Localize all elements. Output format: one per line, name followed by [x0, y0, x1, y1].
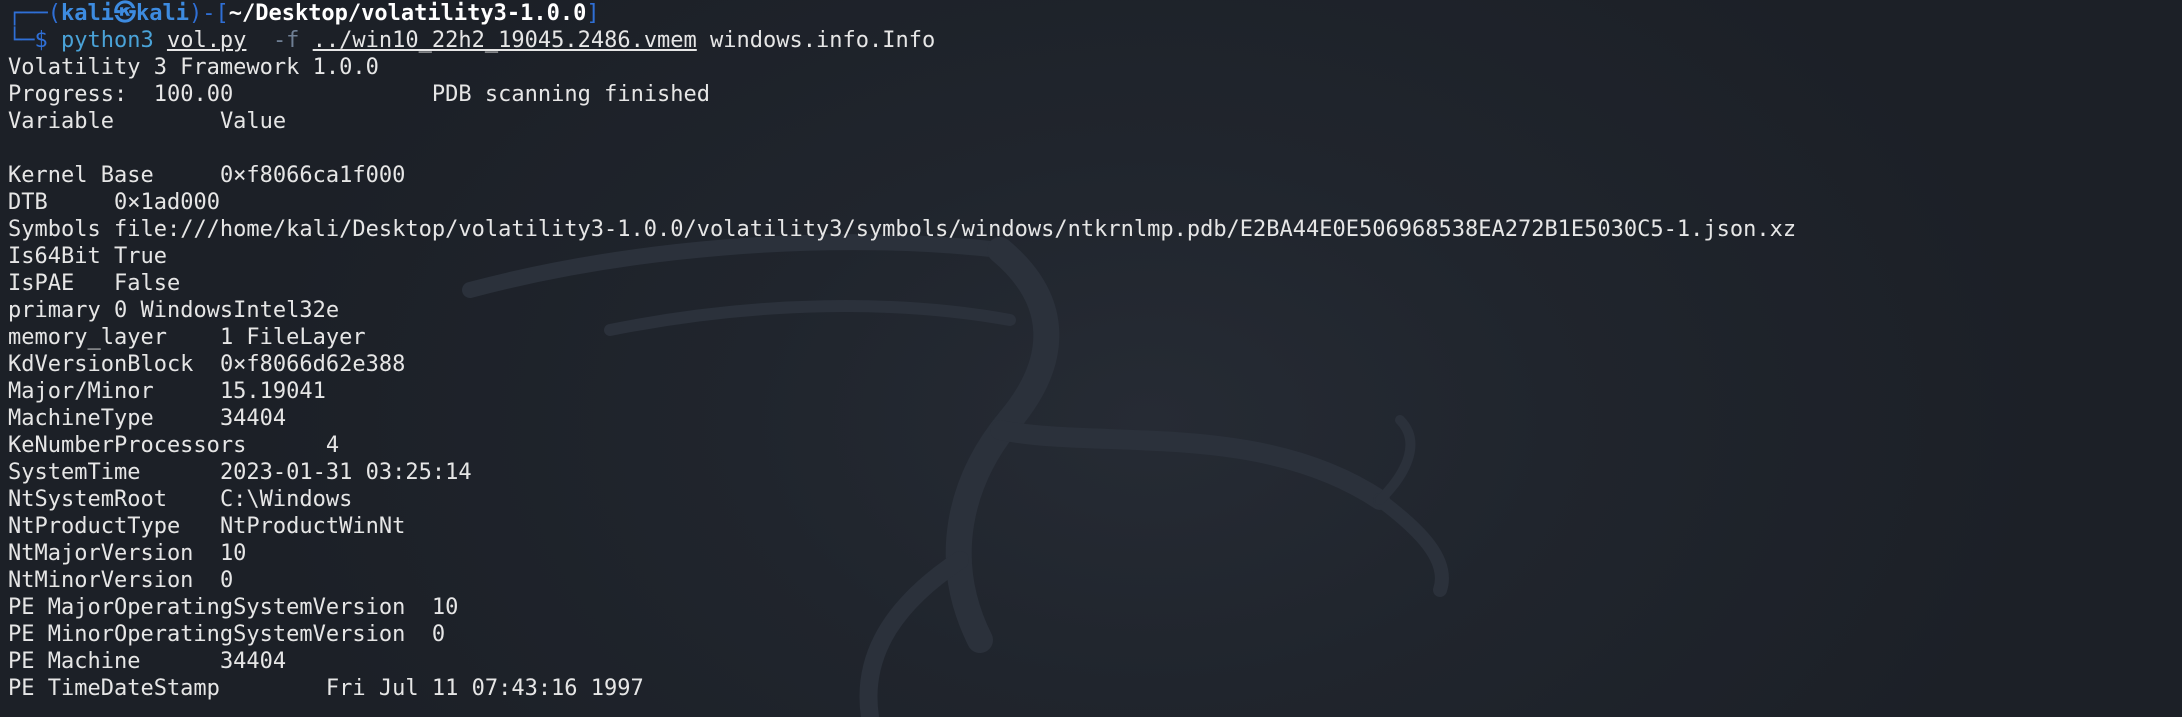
prompt-box-top: ┌──( — [8, 1, 61, 26]
progress-label: Progress: — [8, 82, 128, 107]
row-kenumberprocessors: KeNumberProcessors 4 — [8, 432, 2182, 459]
prompt-cwd: ~/Desktop/volatility3-1.0.0 — [228, 1, 587, 26]
row-value: 15.19041 — [219, 379, 326, 404]
row-key: PE MinorOperatingSystemVersion — [8, 622, 406, 647]
prompt-at-icon: ㉿ — [113, 1, 136, 26]
row-key: MachineType — [8, 406, 154, 431]
terminal-window[interactable]: ┌──(kali㉿kali)-[~/Desktop/volatility3-1.… — [0, 0, 2182, 717]
row-kdversionblock: KdVersionBlock 0×f8066d62e388 — [8, 351, 2182, 378]
row-key: primary — [8, 298, 101, 323]
framework-line: Volatility 3 Framework 1.0.0 — [8, 55, 379, 80]
prompt-host: kali — [135, 1, 189, 26]
row-value: 2023-01-31 03:25:14 — [219, 460, 472, 485]
row-key: memory_layer — [8, 325, 167, 350]
command-script: vol.py — [166, 28, 247, 53]
row-ispae: IsPAE False — [8, 270, 2182, 297]
prompt-box-bottom: └─$ — [8, 28, 61, 53]
row-memory-layer: memory_layer 1 FileLayer — [8, 324, 2182, 351]
row-key: Is64Bit — [8, 244, 101, 269]
row-pe-machine: PE Machine 34404 — [8, 648, 2182, 675]
progress-line: Progress: 100.00 PDB scanning finished — [8, 81, 2182, 108]
row-value: 4 — [325, 433, 340, 458]
row-key: Kernel Base — [8, 163, 154, 188]
row-is64bit: Is64Bit True — [8, 243, 2182, 270]
row-key: SystemTime — [8, 460, 141, 485]
row-ntmajorversion: NtMajorVersion 10 — [8, 540, 2182, 567]
row-value: 34404 — [219, 649, 287, 674]
row-value: 34404 — [219, 406, 287, 431]
row-key: KeNumberProcessors — [8, 433, 247, 458]
header-variable: Variable — [8, 109, 114, 134]
row-value: 0 — [431, 622, 446, 647]
row-key: KdVersionBlock — [8, 352, 194, 377]
row-value: NtProductWinNt — [219, 514, 406, 539]
header-line: Variable Value — [8, 108, 2182, 135]
row-key: IsPAE — [8, 271, 75, 296]
row-key: NtMinorVersion — [8, 568, 194, 593]
row-value: 0 WindowsIntel32e — [113, 298, 340, 323]
row-key: NtSystemRoot — [8, 487, 167, 512]
row-key: PE MajorOperatingSystemVersion — [8, 595, 406, 620]
prompt-line-command[interactable]: └─$ python3 vol.py -f ../win10_22h2_1904… — [8, 27, 2182, 54]
header-value: Value — [219, 109, 287, 134]
row-pe-minor-os-version: PE MinorOperatingSystemVersion 0 — [8, 621, 2182, 648]
row-value: False — [113, 271, 181, 296]
row-value: 0×f8066d62e388 — [219, 352, 406, 377]
prompt-user: kali — [60, 1, 114, 26]
row-value: True — [113, 244, 167, 269]
row-dtb: DTB 0×1ad000 — [8, 189, 2182, 216]
command-image-path: ../win10_22h2_19045.2486.vmem — [312, 28, 697, 53]
row-ntminorversion: NtMinorVersion 0 — [8, 567, 2182, 594]
row-value: file:///home/kali/Desktop/volatility3-1.… — [113, 217, 1797, 242]
row-kernel-base: Kernel Base 0×f8066ca1f000 — [8, 162, 2182, 189]
row-ntproducttype: NtProductType NtProductWinNt — [8, 513, 2182, 540]
row-symbols: Symbols file:///home/kali/Desktop/volati… — [8, 216, 2182, 243]
row-pe-major-os-version: PE MajorOperatingSystemVersion 10 — [8, 594, 2182, 621]
progress-status: PDB scanning finished — [431, 82, 711, 107]
row-key: DTB — [8, 190, 48, 215]
prompt-bracket-mid: )-[ — [188, 1, 229, 26]
row-primary: primary 0 WindowsIntel32e — [8, 297, 2182, 324]
command-plugin: windows.info.Info — [710, 28, 936, 53]
progress-value: 100.00 — [153, 82, 234, 107]
row-key: PE TimeDateStamp — [8, 676, 220, 701]
row-major-minor: Major/Minor 15.19041 — [8, 378, 2182, 405]
row-key: Symbols — [8, 217, 101, 242]
terminal-output: ┌──(kali㉿kali)-[~/Desktop/volatility3-1.… — [8, 0, 2182, 702]
prompt-bracket-end: ] — [586, 1, 600, 26]
row-value: 0×f8066ca1f000 — [219, 163, 406, 188]
row-value: 0×1ad000 — [113, 190, 220, 215]
command-name: python3 — [60, 28, 154, 53]
row-value: C:\Windows — [219, 487, 353, 512]
row-key: NtMajorVersion — [8, 541, 194, 566]
row-value: 10 — [431, 595, 459, 620]
row-value: 10 — [219, 541, 247, 566]
row-pe-timedatestamp: PE TimeDateStamp Fri Jul 11 07:43:16 199… — [8, 675, 2182, 702]
row-value: Fri Jul 11 07:43:16 1997 — [325, 676, 644, 701]
row-ntsystemroot: NtSystemRoot C:\Windows — [8, 486, 2182, 513]
row-key: Major/Minor — [8, 379, 154, 404]
row-key: PE Machine — [8, 649, 141, 674]
row-systemtime: SystemTime 2023-01-31 03:25:14 — [8, 459, 2182, 486]
row-value: 1 FileLayer — [219, 325, 366, 350]
row-machinetype: MachineType 34404 — [8, 405, 2182, 432]
command-flag: -f — [272, 28, 300, 53]
row-key: NtProductType — [8, 514, 181, 539]
prompt-line-top: ┌──(kali㉿kali)-[~/Desktop/volatility3-1.… — [8, 0, 2182, 27]
row-value: 0 — [219, 568, 234, 593]
